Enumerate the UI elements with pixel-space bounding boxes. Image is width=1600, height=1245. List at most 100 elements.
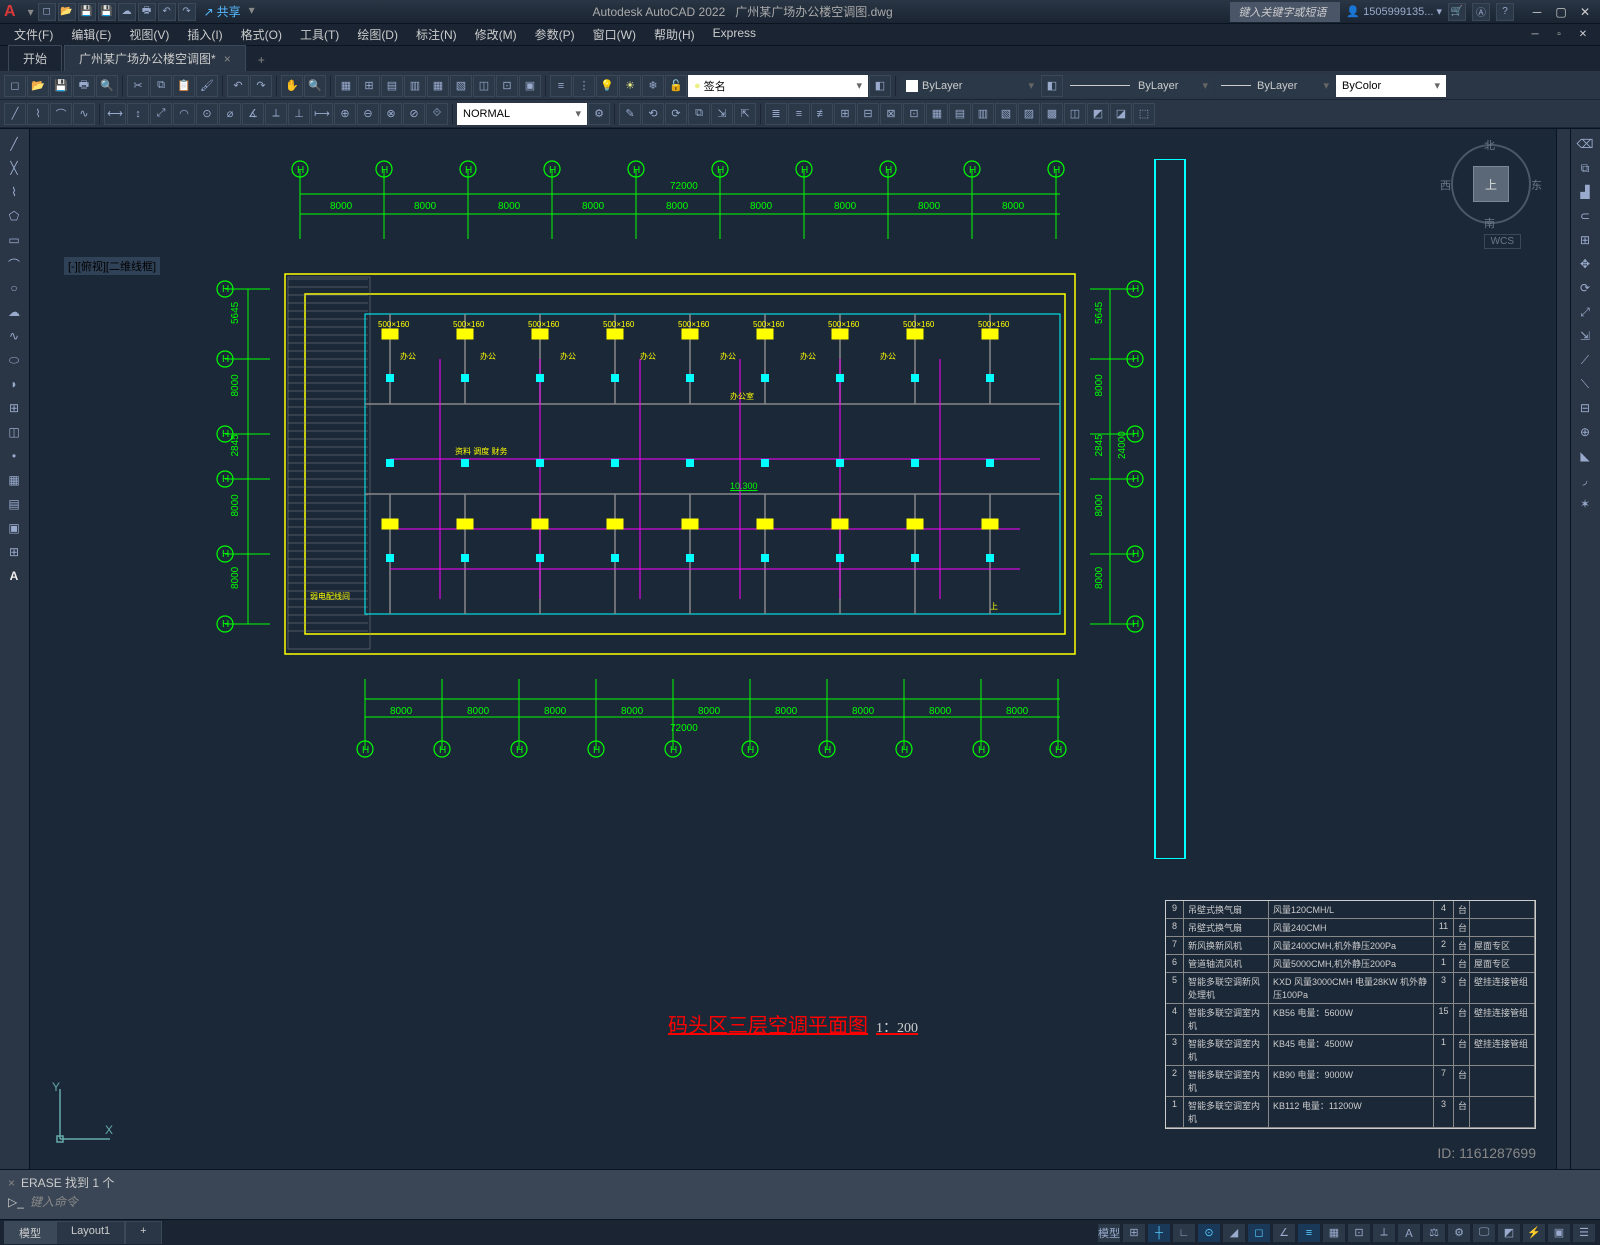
dim14-icon[interactable]: ⊘ [403,103,425,125]
polar-toggle-icon[interactable]: ⊙ [1197,1223,1221,1243]
dim6-icon[interactable]: ⌀ [219,103,241,125]
tool2-icon[interactable]: ⊞ [358,75,380,97]
open-icon[interactable]: 📂 [58,3,76,21]
trans-toggle-icon[interactable]: ▦ [1322,1223,1346,1243]
circle-tool-icon[interactable]: ○ [2,277,26,299]
tab-document[interactable]: 广州某广场办公楼空调图*× [64,45,246,71]
ly16-icon[interactable]: ◪ [1110,103,1132,125]
dim5-icon[interactable]: ⊙ [196,103,218,125]
monitor-toggle-icon[interactable]: 🖵 [1472,1223,1496,1243]
doc-close-button[interactable]: ✕ [1572,26,1594,44]
ly5-icon[interactable]: ⊟ [857,103,879,125]
menu-Express[interactable]: Express [705,24,764,45]
web-icon[interactable]: ☁ [118,3,136,21]
ly1-icon[interactable]: ≣ [765,103,787,125]
gradient-tool-icon[interactable]: ▤ [2,493,26,515]
explode-tool-icon[interactable]: ✶ [1573,493,1597,515]
menu-编辑E[interactable]: 编辑(E) [63,24,119,45]
scale-toggle-icon[interactable]: ⚖ [1422,1223,1446,1243]
ly11-icon[interactable]: ▧ [995,103,1017,125]
pan-icon[interactable]: ✋ [281,75,303,97]
user-menu[interactable]: 👤1505999135...▾ [1346,5,1442,18]
join-tool-icon[interactable]: ⊕ [1573,421,1597,443]
line-tool-icon[interactable]: ╱ [2,133,26,155]
copy-tool-icon[interactable]: ⧉ [1573,157,1597,179]
doc-restore-button[interactable]: ▫ [1548,26,1570,44]
close-tab-icon[interactable]: × [224,52,231,66]
layer-dropdown[interactable]: ● 签名▾ [688,75,868,97]
iso2-toggle-icon[interactable]: ◩ [1497,1223,1521,1243]
tool3-icon[interactable]: ▤ [381,75,403,97]
add-layout-button[interactable]: + [125,1221,161,1244]
dim13-icon[interactable]: ⊗ [380,103,402,125]
trim-tool-icon[interactable]: ⟋ [1573,349,1597,371]
menu-绘图D[interactable]: 绘图(D) [349,24,406,45]
menu-窗口W[interactable]: 窗口(W) [585,24,644,45]
save-icon[interactable]: 💾 [78,3,96,21]
scrollbar-strip[interactable] [1556,129,1570,1169]
scale-tool-icon[interactable]: ⤢ [1573,301,1597,323]
revcloud-tool-icon[interactable]: ☁ [2,301,26,323]
menu-帮助H[interactable]: 帮助(H) [646,24,703,45]
save-icon[interactable]: 💾 [50,75,72,97]
erase-tool-icon[interactable]: ⌫ [1573,133,1597,155]
otrack-toggle-icon[interactable]: ∠ [1272,1223,1296,1243]
fillet-tool-icon[interactable]: ◞ [1573,469,1597,491]
tab-start[interactable]: 开始 [8,45,62,71]
osnap-toggle-icon[interactable]: ◻ [1247,1223,1271,1243]
sun-icon[interactable]: ☀ [619,75,641,97]
layer-state-icon[interactable]: ⋮ [573,75,595,97]
wcs-label[interactable]: WCS [1484,234,1521,249]
redo-icon[interactable]: ↷ [178,3,196,21]
tab-layout1[interactable]: Layout1 [56,1221,125,1244]
ly2-icon[interactable]: ≡ [788,103,810,125]
chamfer-tool-icon[interactable]: ◣ [1573,445,1597,467]
color-tool-icon[interactable]: ◧ [1041,75,1063,97]
menu-格式O[interactable]: 格式(O) [233,24,290,45]
dimstyle-dropdown[interactable]: NORMAL▾ [457,103,587,125]
minimize-button[interactable]: ─ [1526,3,1548,21]
ly10-icon[interactable]: ▥ [972,103,994,125]
preview-icon[interactable]: 🔍 [96,75,118,97]
ly4-icon[interactable]: ⊞ [834,103,856,125]
ly7-icon[interactable]: ⊡ [903,103,925,125]
pline-tool-icon[interactable]: ⌇ [2,181,26,203]
ly13-icon[interactable]: ▩ [1041,103,1063,125]
viewcube[interactable]: 上 北 南 西 东 [1446,139,1536,229]
grid-toggle-icon[interactable]: ⊞ [1122,1223,1146,1243]
new-icon[interactable]: ◻ [38,3,56,21]
dim8-icon[interactable]: ⟂ [265,103,287,125]
table-tool-icon[interactable]: ⊞ [2,541,26,563]
text-tool-icon[interactable]: A [2,565,26,587]
region-tool-icon[interactable]: ▣ [2,517,26,539]
ly15-icon[interactable]: ◩ [1087,103,1109,125]
dim4-icon[interactable]: ◠ [173,103,195,125]
bulb-icon[interactable]: 💡 [596,75,618,97]
open-icon[interactable]: 📂 [27,75,49,97]
search-input[interactable]: 键入关键字或短语 [1230,2,1340,22]
extend-tool-icon[interactable]: ⟍ [1573,373,1597,395]
stretch-tool-icon[interactable]: ⇲ [1573,325,1597,347]
ly12-icon[interactable]: ▨ [1018,103,1040,125]
array-tool-icon[interactable]: ⊞ [1573,229,1597,251]
hatch-tool-icon[interactable]: ▦ [2,469,26,491]
qp-toggle-icon[interactable]: ⊡ [1347,1223,1371,1243]
ly9-icon[interactable]: ▤ [949,103,971,125]
polygon-tool-icon[interactable]: ⬠ [2,205,26,227]
mod1-icon[interactable]: ✎ [619,103,641,125]
lwt-toggle-icon[interactable]: ≡ [1297,1223,1321,1243]
xline-tool-icon[interactable]: ╳ [2,157,26,179]
ly14-icon[interactable]: ◫ [1064,103,1086,125]
undo-icon[interactable]: ↶ [158,3,176,21]
model-toggle[interactable]: 模型 [1097,1223,1121,1243]
dim2-icon[interactable]: ↕ [127,103,149,125]
match-icon[interactable]: 🖌 [196,75,218,97]
hw-toggle-icon[interactable]: ⚡ [1522,1223,1546,1243]
tool5-icon[interactable]: ▦ [427,75,449,97]
point-tool-icon[interactable]: • [2,445,26,467]
ly17-icon[interactable]: ⬚ [1133,103,1155,125]
ly6-icon[interactable]: ⊠ [880,103,902,125]
lock-icon[interactable]: 🔓 [665,75,687,97]
ann-toggle-icon[interactable]: Ａ [1397,1223,1421,1243]
viewcube-n[interactable]: 北 [1484,137,1495,153]
